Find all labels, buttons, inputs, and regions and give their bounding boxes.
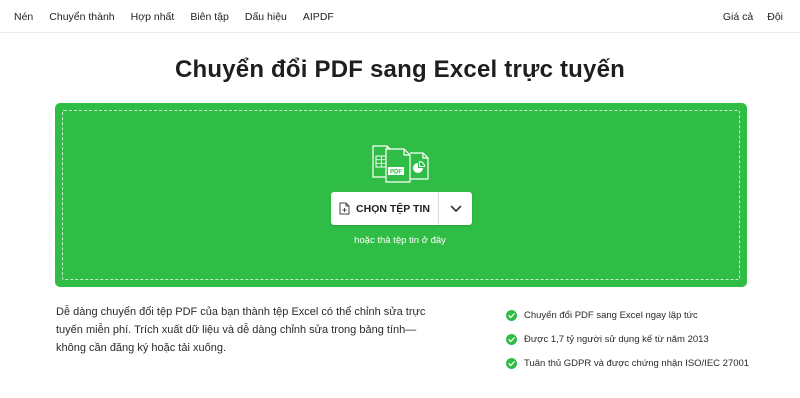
page-title: Chuyển đổi PDF sang Excel trực tuyến	[174, 56, 625, 83]
drop-hint-text: hoặc thả tệp tin ở đây	[354, 235, 446, 246]
feature-item: Được 1,7 tỷ người sử dụng kể từ năm 2013	[506, 327, 749, 351]
feature-item: Chuyển đổi PDF sang Excel ngay lập tức	[506, 303, 749, 327]
nav-edit[interactable]: Biên tập	[190, 11, 229, 23]
file-icon	[339, 202, 350, 215]
description-text: Dễ dàng chuyển đổi tệp PDF của bạn thành…	[56, 306, 426, 354]
nav-convert[interactable]: Chuyển thành	[49, 11, 114, 23]
pdf-excel-file-icon: PDF	[372, 145, 429, 183]
nav-merge[interactable]: Hợp nhất	[131, 11, 175, 23]
nav-aipdf[interactable]: AIPDF	[303, 11, 334, 23]
feature-item: Tuân thủ GDPR và được chứng nhận ISO/IEC…	[506, 351, 749, 375]
upload-options-dropdown[interactable]	[439, 192, 472, 225]
feature-text: Chuyển đổi PDF sang Excel ngay lập tức	[524, 309, 698, 321]
nav-right-menu: Giá cả Đội	[709, 0, 783, 33]
choose-file-label: CHỌN TỆP TIN	[356, 202, 430, 215]
choose-file-group: CHỌN TỆP TIN	[331, 192, 472, 225]
feature-text: Được 1,7 tỷ người sử dụng kể từ năm 2013	[524, 333, 709, 345]
nav-pricing[interactable]: Giá cả	[723, 11, 753, 23]
top-navbar: Nén Chuyển thành Hợp nhất Biên tập Dấu h…	[0, 0, 800, 33]
feature-list: Chuyển đổi PDF sang Excel ngay lập tức Đ…	[506, 303, 749, 375]
nav-team[interactable]: Đội	[767, 11, 783, 23]
choose-file-button[interactable]: CHỌN TỆP TIN	[331, 192, 439, 225]
check-circle-icon	[506, 333, 517, 345]
nav-left-menu: Nén Chuyển thành Hợp nhất Biên tập Dấu h…	[14, 0, 350, 33]
check-circle-icon	[506, 309, 517, 321]
pdf-badge-text: PDF	[390, 169, 402, 175]
nav-sign[interactable]: Dấu hiệu	[245, 11, 287, 23]
nav-compress[interactable]: Nén	[14, 11, 33, 23]
feature-text: Tuân thủ GDPR và được chứng nhận ISO/IEC…	[524, 357, 750, 369]
check-circle-icon	[506, 357, 517, 369]
chevron-down-icon	[450, 205, 461, 212]
